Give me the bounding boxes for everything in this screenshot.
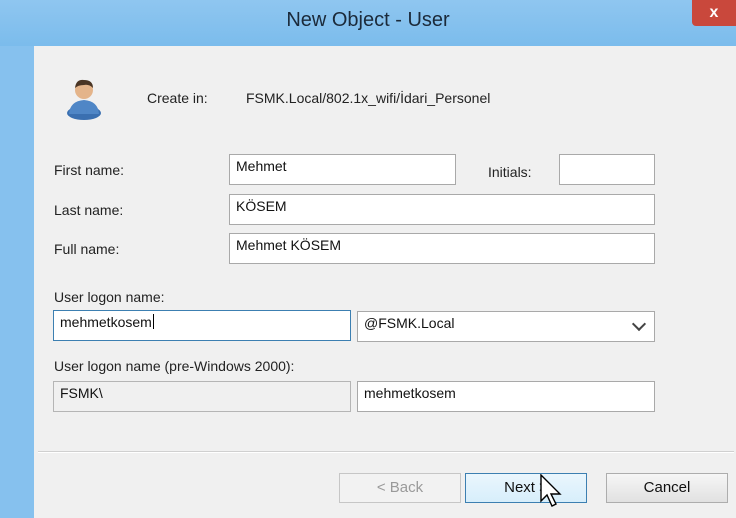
pre2000-name-field[interactable]: mehmetkosem [357,381,655,412]
mouse-pointer-icon [540,474,562,507]
full-name-label: Full name: [54,241,120,257]
last-name-label: Last name: [54,202,124,218]
title-bar[interactable]: New Object - User x [0,0,736,47]
user-icon [67,79,101,120]
logon-name-value: mehmetkosem [60,314,152,330]
chevron-down-icon [631,316,647,332]
create-in-label: Create in: [147,90,208,106]
cancel-button[interactable]: Cancel [606,473,728,503]
pre2000-label: User logon name (pre-Windows 2000): [54,358,295,374]
first-name-label: First name: [54,162,125,178]
text-caret [152,314,154,329]
close-icon: x [709,4,719,21]
new-object-user-dialog: New Object - User x Create in: FSMK.Loca… [0,0,736,518]
divider [38,451,734,453]
back-button[interactable]: < Back [339,473,461,503]
pre2000-domain-field: FSMK\ [53,381,351,412]
logon-name-label: User logon name: [54,289,165,305]
logon-name-field[interactable]: mehmetkosem [53,310,351,341]
close-button[interactable]: x [692,0,736,26]
full-name-field[interactable]: Mehmet KÖSEM [229,233,655,264]
initials-field[interactable] [559,154,655,185]
window-title: New Object - User [286,9,450,31]
domain-select[interactable]: @FSMK.Local [357,311,655,342]
dialog-body: Create in: FSMK.Local/802.1x_wifi/İdari_… [34,46,736,518]
last-name-field[interactable]: KÖSEM [229,194,655,225]
window-frame-left [0,46,34,518]
initials-label: Initials: [488,164,532,180]
domain-selected-value: @FSMK.Local [364,315,455,331]
next-button[interactable]: Next > [465,473,587,503]
first-name-field[interactable]: Mehmet [229,154,456,185]
create-in-path: FSMK.Local/802.1x_wifi/İdari_Personel [246,90,491,106]
